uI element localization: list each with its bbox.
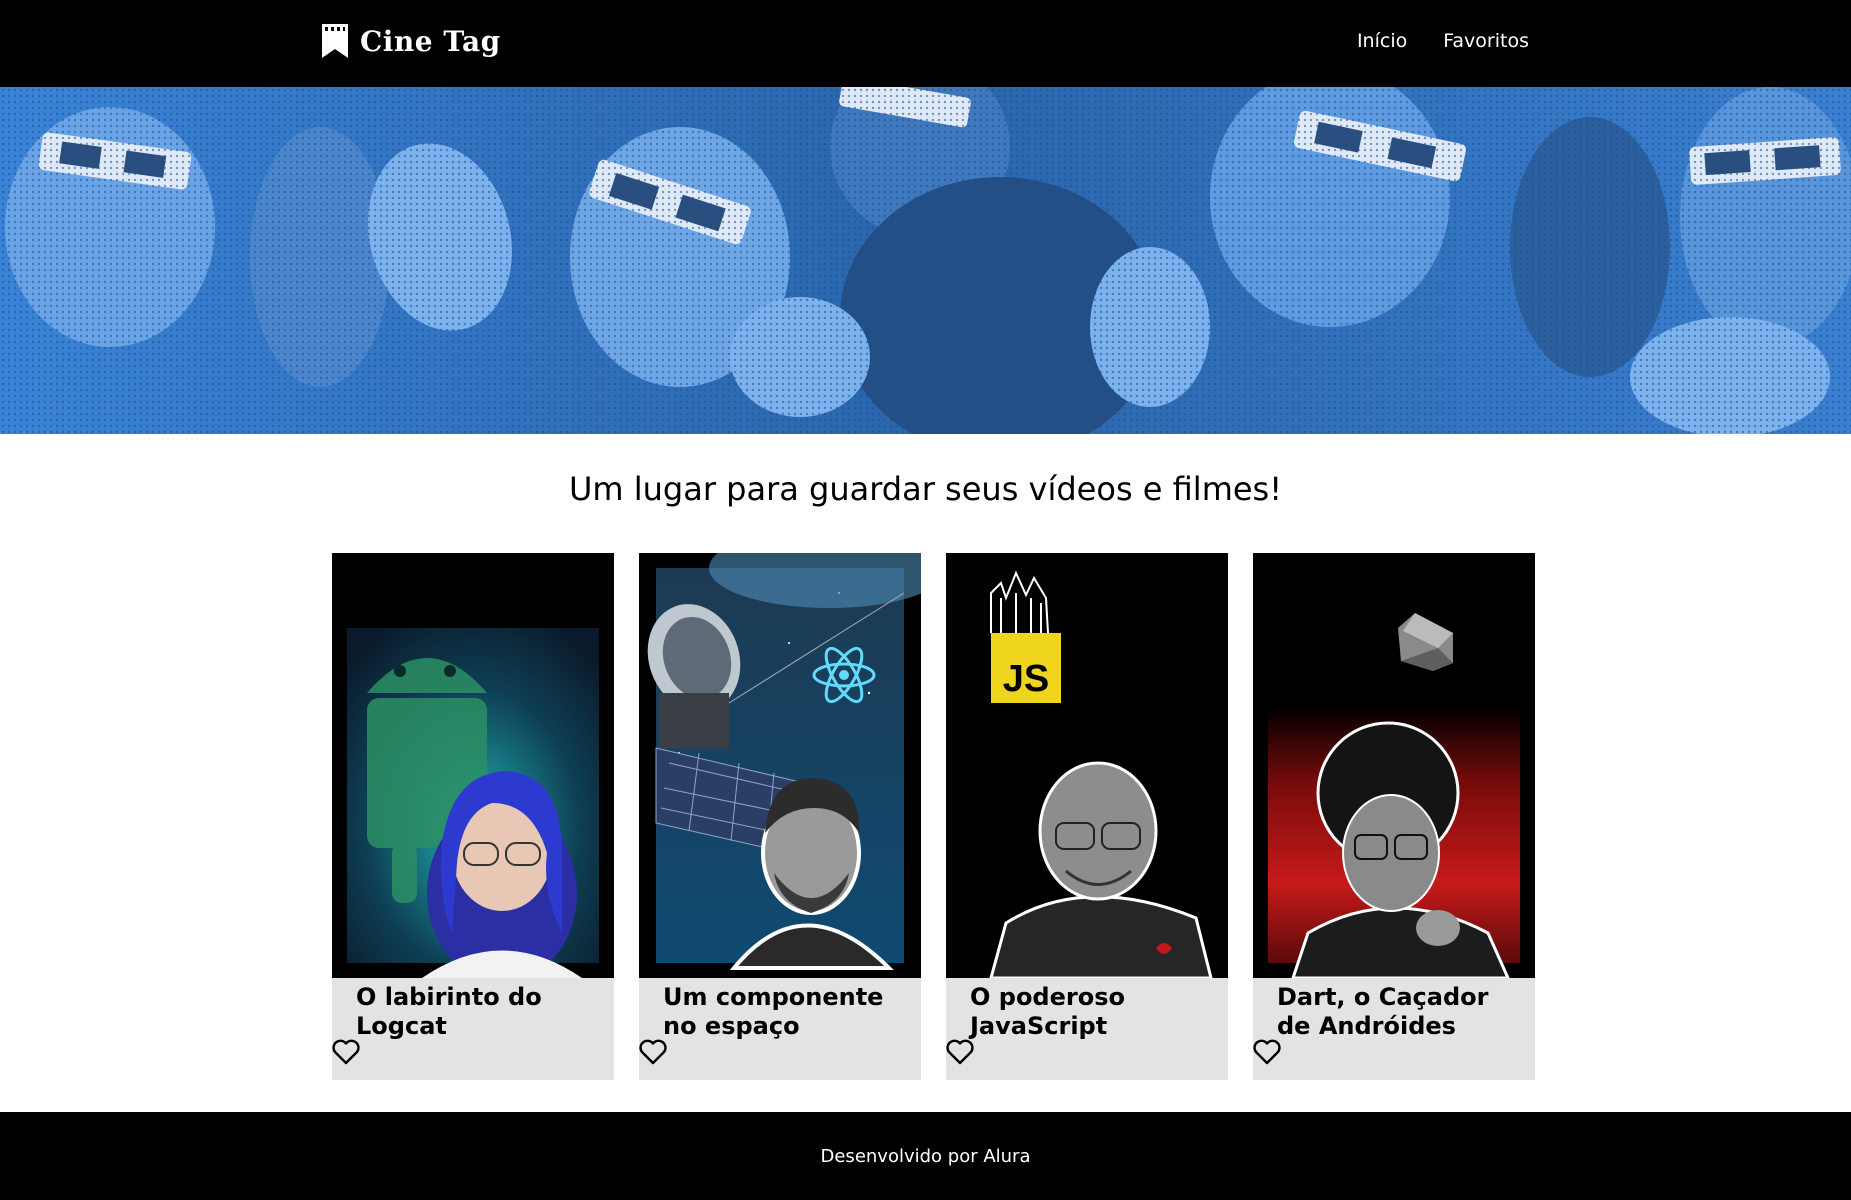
footer-credit: Desenvolvido por Alura (820, 1146, 1031, 1167)
main-nav: Início Favoritos (1357, 30, 1529, 52)
video-title: O labirinto do Logcat (356, 983, 542, 1040)
dart-thumbnail-art (1253, 553, 1535, 978)
nav-link-inicio[interactable]: Início (1357, 30, 1407, 52)
heart-icon[interactable] (1253, 1039, 1281, 1065)
video-thumbnail: JS (946, 553, 1228, 978)
react-satellite-thumbnail-art (639, 553, 921, 978)
video-card[interactable]: Um componente no espaço (639, 553, 921, 1080)
heart-icon[interactable] (332, 1039, 360, 1065)
video-thumbnail (639, 553, 921, 978)
page-footer: Desenvolvido por Alura (0, 1112, 1851, 1200)
android-thumbnail-art (332, 553, 614, 978)
logo-link[interactable]: Cine Tag (322, 24, 501, 58)
video-card[interactable]: Dart, o Caçador de Andróides (1253, 553, 1535, 1080)
logo-text: Cine Tag (360, 24, 501, 58)
video-card-list: O labirinto do Logcat Um componente no e… (332, 553, 1535, 1080)
video-title: O poderoso JavaScript (970, 983, 1125, 1040)
nav-link-favoritos[interactable]: Favoritos (1443, 30, 1529, 52)
page-tagline: Um lugar para guardar seus vídeos e film… (568, 470, 1283, 508)
heart-icon[interactable] (639, 1039, 667, 1065)
video-card[interactable]: O labirinto do Logcat (332, 553, 614, 1080)
top-navbar: Cine Tag Início Favoritos (0, 0, 1851, 87)
javascript-thumbnail-art: JS (946, 553, 1228, 978)
video-thumbnail (1253, 553, 1535, 978)
hero-banner (0, 87, 1851, 434)
video-thumbnail (332, 553, 614, 978)
video-title: Um componente no espaço (663, 983, 884, 1040)
film-bookmark-icon (322, 24, 348, 58)
video-card[interactable]: JS O poderoso JavaScript (946, 553, 1228, 1080)
js-logo-text: JS (1003, 658, 1049, 700)
audience-3d-glasses-illustration (0, 87, 1851, 434)
video-title: Dart, o Caçador de Andróides (1277, 983, 1489, 1040)
heart-icon[interactable] (946, 1039, 974, 1065)
